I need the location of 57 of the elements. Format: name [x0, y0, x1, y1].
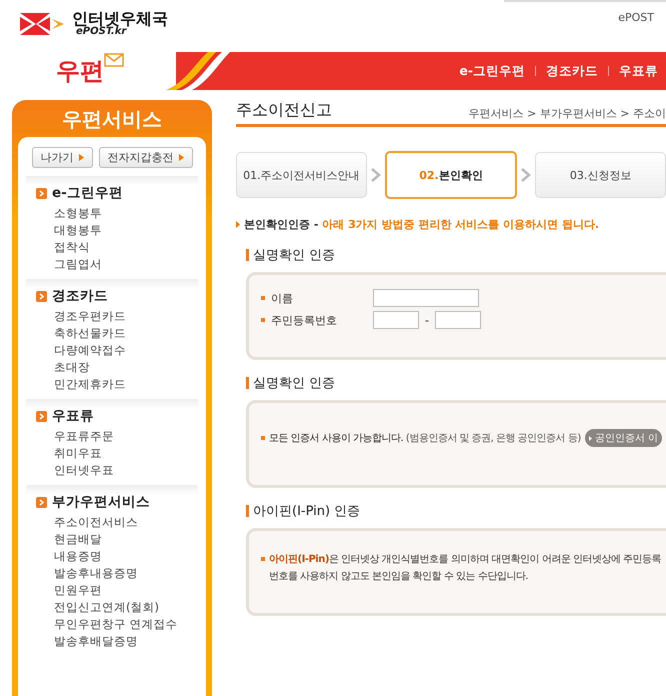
menu-item[interactable]: 발송후배달증명 — [36, 633, 198, 650]
intro-text: 본인확인인증 - 아래 3가지 방법중 편리한 서비스를 이용하시면 됩니다. — [244, 217, 600, 232]
note-text: 모든 인증서 사용이 가능합니다. (범용인증서 및 증권, 은행 공인인증서 등) — [269, 432, 581, 445]
menu-item[interactable]: 전입신고연계(철회) — [36, 599, 198, 616]
sidebar-button[interactable]: 전자지갑충전 — [98, 147, 192, 168]
menu-item[interactable]: 우표류주문 — [36, 428, 198, 445]
menu-item[interactable]: 취미우표 — [36, 445, 198, 462]
envelope-logo-icon — [18, 11, 66, 37]
nav-link[interactable]: 경조카드 — [546, 62, 598, 80]
input-field[interactable] — [434, 311, 481, 329]
triangle-arrow-icon — [588, 436, 592, 440]
section-title: 실명확인 인증 — [253, 375, 336, 392]
menu-item[interactable]: 현금배달 — [36, 531, 198, 548]
menu-item[interactable]: 인터넷우표 — [36, 462, 198, 479]
menu-item[interactable]: 초대장 — [36, 359, 198, 376]
input-field[interactable] — [373, 311, 419, 329]
triangle-arrow-icon — [78, 154, 84, 161]
section-title: 아이핀(I-Pin) 인증 — [253, 503, 360, 520]
menu-item[interactable]: 민간제휴카드 — [36, 376, 198, 393]
menu-group-title[interactable]: 부가우편서비스 — [52, 493, 150, 511]
page-title: 주소이전신고 — [236, 100, 332, 121]
envelope-icon — [104, 52, 124, 68]
section-title: 실명확인 인증 — [253, 247, 336, 264]
separator-text: - — [425, 314, 429, 326]
menu-item[interactable]: 경조우편카드 — [36, 308, 198, 325]
menu-item[interactable]: 무인우편창구 연계접수 — [36, 616, 198, 633]
site-subtitle: ePOST.kr — [76, 27, 127, 37]
certificate-button[interactable]: 공인인증서 이 — [584, 429, 662, 447]
breadcrumb: 우편서비스 > 부가우편서비스 > 주소이 — [468, 106, 666, 121]
triangle-arrow-icon — [178, 154, 184, 161]
menu-item[interactable]: 대형봉투 — [36, 222, 198, 239]
sidebar-button[interactable]: 나가기 — [32, 147, 92, 168]
menu-item[interactable]: 다량예약접수 — [36, 342, 198, 359]
menu-item[interactable]: 접착식 — [36, 239, 198, 256]
input-field[interactable] — [373, 289, 479, 307]
banner-logo-text: 우편 — [56, 56, 104, 87]
menu-item[interactable]: 내용증명 — [36, 548, 198, 565]
menu-group-title[interactable]: 우표류 — [52, 407, 94, 425]
menu-item[interactable]: 그림엽서 — [36, 256, 198, 273]
menu-item[interactable]: 축하선물카드 — [36, 325, 198, 342]
menu-group-title[interactable]: e-그린우편 — [52, 184, 123, 202]
field-label: 주민등록번호 — [271, 312, 338, 328]
note-text: 아이핀(I-Pin)은 인터넷상 개인식별번호를 의미하며 대면확인이 어려운 인터넷상에 주민등록번호를 사용하지 않고도 본인임을 확인할 수 있는 수단입니다. — [269, 553, 662, 584]
sidebar-title: 우편서비스 — [61, 106, 163, 133]
triangle-bullet-icon — [236, 221, 240, 228]
field-label: 이름 — [271, 290, 294, 306]
top-link[interactable]: ePOST — [504, 0, 666, 25]
chevron-icon — [521, 168, 532, 182]
menu-group-title[interactable]: 경조카드 — [52, 287, 108, 305]
nav-link[interactable]: e-그린우편 — [459, 62, 525, 80]
site-title: 인터넷우체국 — [72, 11, 168, 27]
menu-item[interactable]: 소형봉투 — [36, 205, 198, 222]
menu-item[interactable]: 주소이전서비스 — [36, 514, 198, 531]
nav-link[interactable]: 우표류 — [619, 62, 658, 80]
chevron-icon — [370, 168, 381, 182]
menu-item[interactable]: 민원우편 — [36, 582, 198, 599]
menu-item[interactable]: 발송후내용증명 — [36, 565, 198, 582]
